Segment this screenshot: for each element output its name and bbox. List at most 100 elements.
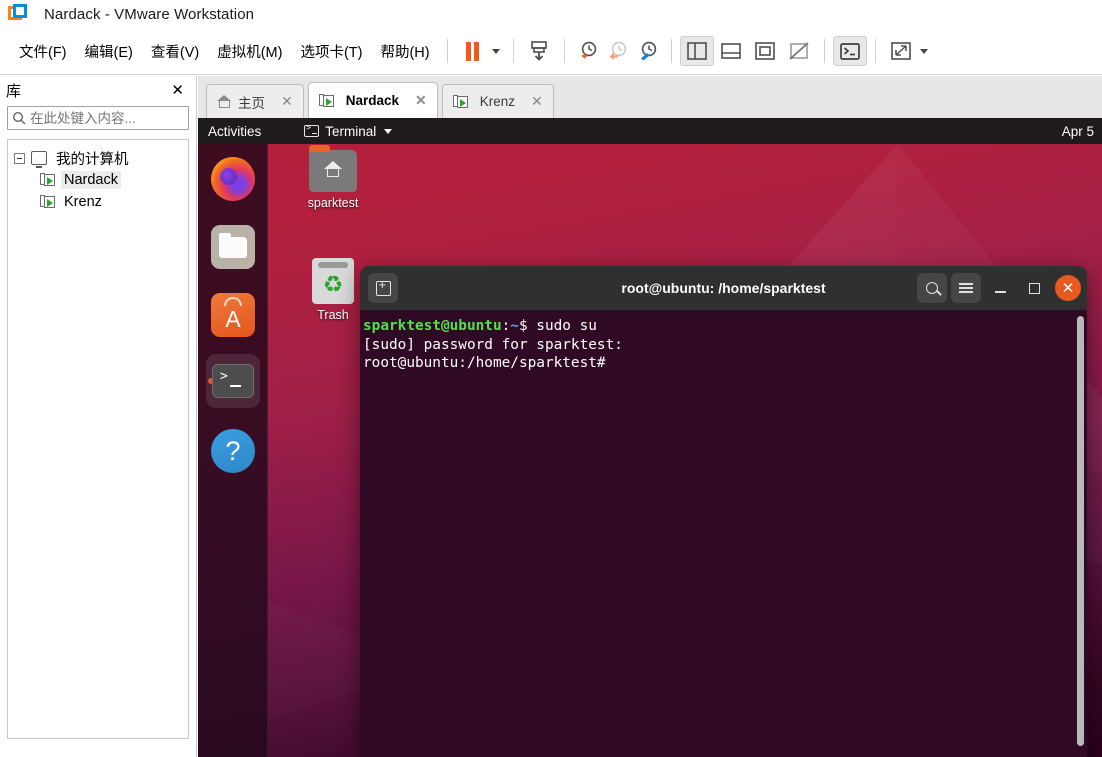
- tree-expander-icon[interactable]: [14, 152, 25, 164]
- dock-item-firefox[interactable]: [206, 152, 260, 206]
- show-library-button[interactable]: [679, 36, 714, 66]
- tab-label: Krenz: [479, 94, 516, 109]
- tree-root-my-computer[interactable]: 我的计算机: [12, 147, 184, 169]
- menu-items: 文件(F) 编辑(E) 查看(V) 虚拟机(M) 选项卡(T) 帮助(H): [0, 37, 439, 66]
- tab-label: 主页: [238, 95, 265, 111]
- close-button[interactable]: ✕: [1055, 275, 1081, 301]
- terminal-prompt-tail: $: [518, 318, 537, 334]
- vm-icon: [40, 173, 56, 187]
- tab-close-icon[interactable]: ✕: [529, 93, 545, 110]
- vm-icon: [452, 94, 469, 109]
- toolbar: [456, 36, 933, 66]
- terminal-search-button[interactable]: [917, 273, 947, 303]
- snapshot-manager-button[interactable]: [633, 36, 663, 66]
- power-stack-icon: [530, 41, 547, 61]
- library-panel: 库 ✕ 我的计算机 Nardack: [0, 76, 217, 757]
- dock-item-terminal[interactable]: [206, 354, 260, 408]
- menu-edit[interactable]: 编辑(E): [76, 37, 142, 66]
- toolbar-separator: [670, 39, 672, 63]
- terminal-line-2: [sudo] password for sparktest:: [363, 336, 623, 353]
- suspend-dropdown-chevron-down-icon[interactable]: [491, 48, 500, 54]
- library-search-box[interactable]: [7, 106, 217, 130]
- tree-item-label: Krenz: [64, 194, 102, 210]
- minimize-button[interactable]: [985, 273, 1015, 303]
- power-button[interactable]: [522, 36, 556, 66]
- snapshot-take-button[interactable]: [573, 36, 603, 66]
- dock-item-files[interactable]: [206, 220, 260, 274]
- unity-off-icon: [789, 42, 809, 60]
- dock-item-software[interactable]: A: [206, 288, 260, 342]
- gnome-top-bar: Activities Terminal Apr 5: [198, 118, 1102, 144]
- ubuntu-dock: A ?: [198, 144, 268, 757]
- menu-help[interactable]: 帮助(H): [371, 37, 438, 66]
- terminal-command: sudo su: [536, 318, 597, 334]
- monitor-icon: [31, 151, 47, 168]
- menubar: 文件(F) 编辑(E) 查看(V) 虚拟机(M) 选项卡(T) 帮助(H): [0, 28, 1102, 75]
- toolbar-separator: [823, 39, 825, 63]
- trash-icon: ♻: [312, 258, 354, 304]
- tab-close-icon[interactable]: ✕: [413, 92, 429, 109]
- desktop-icon-label: sparktest: [307, 196, 359, 210]
- suspend-button[interactable]: [456, 36, 490, 66]
- library-title: 库: [6, 82, 22, 100]
- stretch-button[interactable]: [884, 36, 918, 66]
- vm-icon: [40, 195, 56, 209]
- pause-icon: [466, 41, 480, 61]
- terminal-icon: [304, 123, 320, 137]
- close-icon[interactable]: ✕: [167, 81, 188, 99]
- app-menu-label: Terminal: [325, 123, 377, 139]
- fullscreen-button[interactable]: [748, 36, 782, 66]
- firefox-icon: [211, 157, 255, 201]
- clock[interactable]: Apr 5: [1062, 124, 1094, 139]
- new-tab-button[interactable]: [368, 273, 398, 303]
- console-button[interactable]: [832, 36, 867, 66]
- desktop-icon-sparktest[interactable]: sparktest: [293, 145, 373, 210]
- app-menu-terminal[interactable]: Terminal: [304, 123, 393, 139]
- tree-item-nardack[interactable]: Nardack: [12, 169, 184, 191]
- files-icon: [211, 225, 255, 269]
- maximize-icon: [1028, 282, 1040, 294]
- terminal-menu-button[interactable]: [951, 273, 981, 303]
- menu-view[interactable]: 查看(V): [142, 37, 208, 66]
- unity-mode-button[interactable]: [782, 36, 816, 66]
- activities-button[interactable]: Activities: [208, 124, 261, 139]
- terminal-scrollbar[interactable]: [1077, 316, 1084, 746]
- toolbar-separator: [512, 39, 514, 63]
- guest-vm-screen[interactable]: Activities Terminal Apr 5 sparktest ♻ Tr…: [198, 118, 1102, 757]
- tree-root-label: 我的计算机: [56, 151, 129, 168]
- maximize-button[interactable]: [1019, 273, 1049, 303]
- vmware-logo-icon: [8, 4, 28, 24]
- terminal-prompt-path: ~: [510, 318, 519, 334]
- terminal-titlebar: root@ubuntu: /home/sparktest ✕: [360, 266, 1087, 310]
- snapshot-add-icon: [581, 41, 596, 59]
- chevron-down-icon: [384, 128, 393, 134]
- menu-file[interactable]: 文件(F): [10, 37, 76, 66]
- fullscreen-icon: [754, 42, 775, 60]
- tree-item-krenz[interactable]: Krenz: [12, 191, 184, 213]
- menu-vm[interactable]: 虚拟机(M): [208, 37, 291, 66]
- toolbar-separator: [563, 39, 565, 63]
- tab-home[interactable]: 主页 ✕: [206, 84, 304, 118]
- search-icon: [926, 282, 938, 294]
- terminal-prompt-separator: :: [501, 318, 511, 334]
- panel-bottom-icon: [720, 43, 741, 59]
- show-thumbnail-bar-button[interactable]: [714, 36, 748, 66]
- snapshot-revert-button[interactable]: [603, 36, 633, 66]
- panel-left-icon: [686, 42, 707, 60]
- tab-krenz[interactable]: Krenz ✕: [441, 84, 554, 118]
- stretch-dropdown-chevron-down-icon[interactable]: [919, 48, 928, 54]
- tab-close-icon[interactable]: ✕: [279, 93, 295, 110]
- terminal-body[interactable]: sparktest@ubuntu:~$ sudo su [sudo] passw…: [360, 310, 1087, 757]
- tab-nardack[interactable]: Nardack ✕: [307, 82, 438, 118]
- toolbar-separator: [446, 39, 448, 63]
- library-header: 库 ✕: [0, 76, 196, 104]
- terminal-icon: [212, 364, 254, 398]
- terminal-window[interactable]: root@ubuntu: /home/sparktest ✕: [360, 266, 1087, 757]
- menu-tabs[interactable]: 选项卡(T): [291, 37, 371, 66]
- dock-item-help[interactable]: ?: [206, 424, 260, 478]
- new-tab-icon: [375, 277, 391, 296]
- search-icon: [8, 111, 30, 125]
- vm-icon: [318, 93, 335, 108]
- snapshot-revert-icon: [609, 41, 626, 60]
- search-input[interactable]: [30, 110, 207, 126]
